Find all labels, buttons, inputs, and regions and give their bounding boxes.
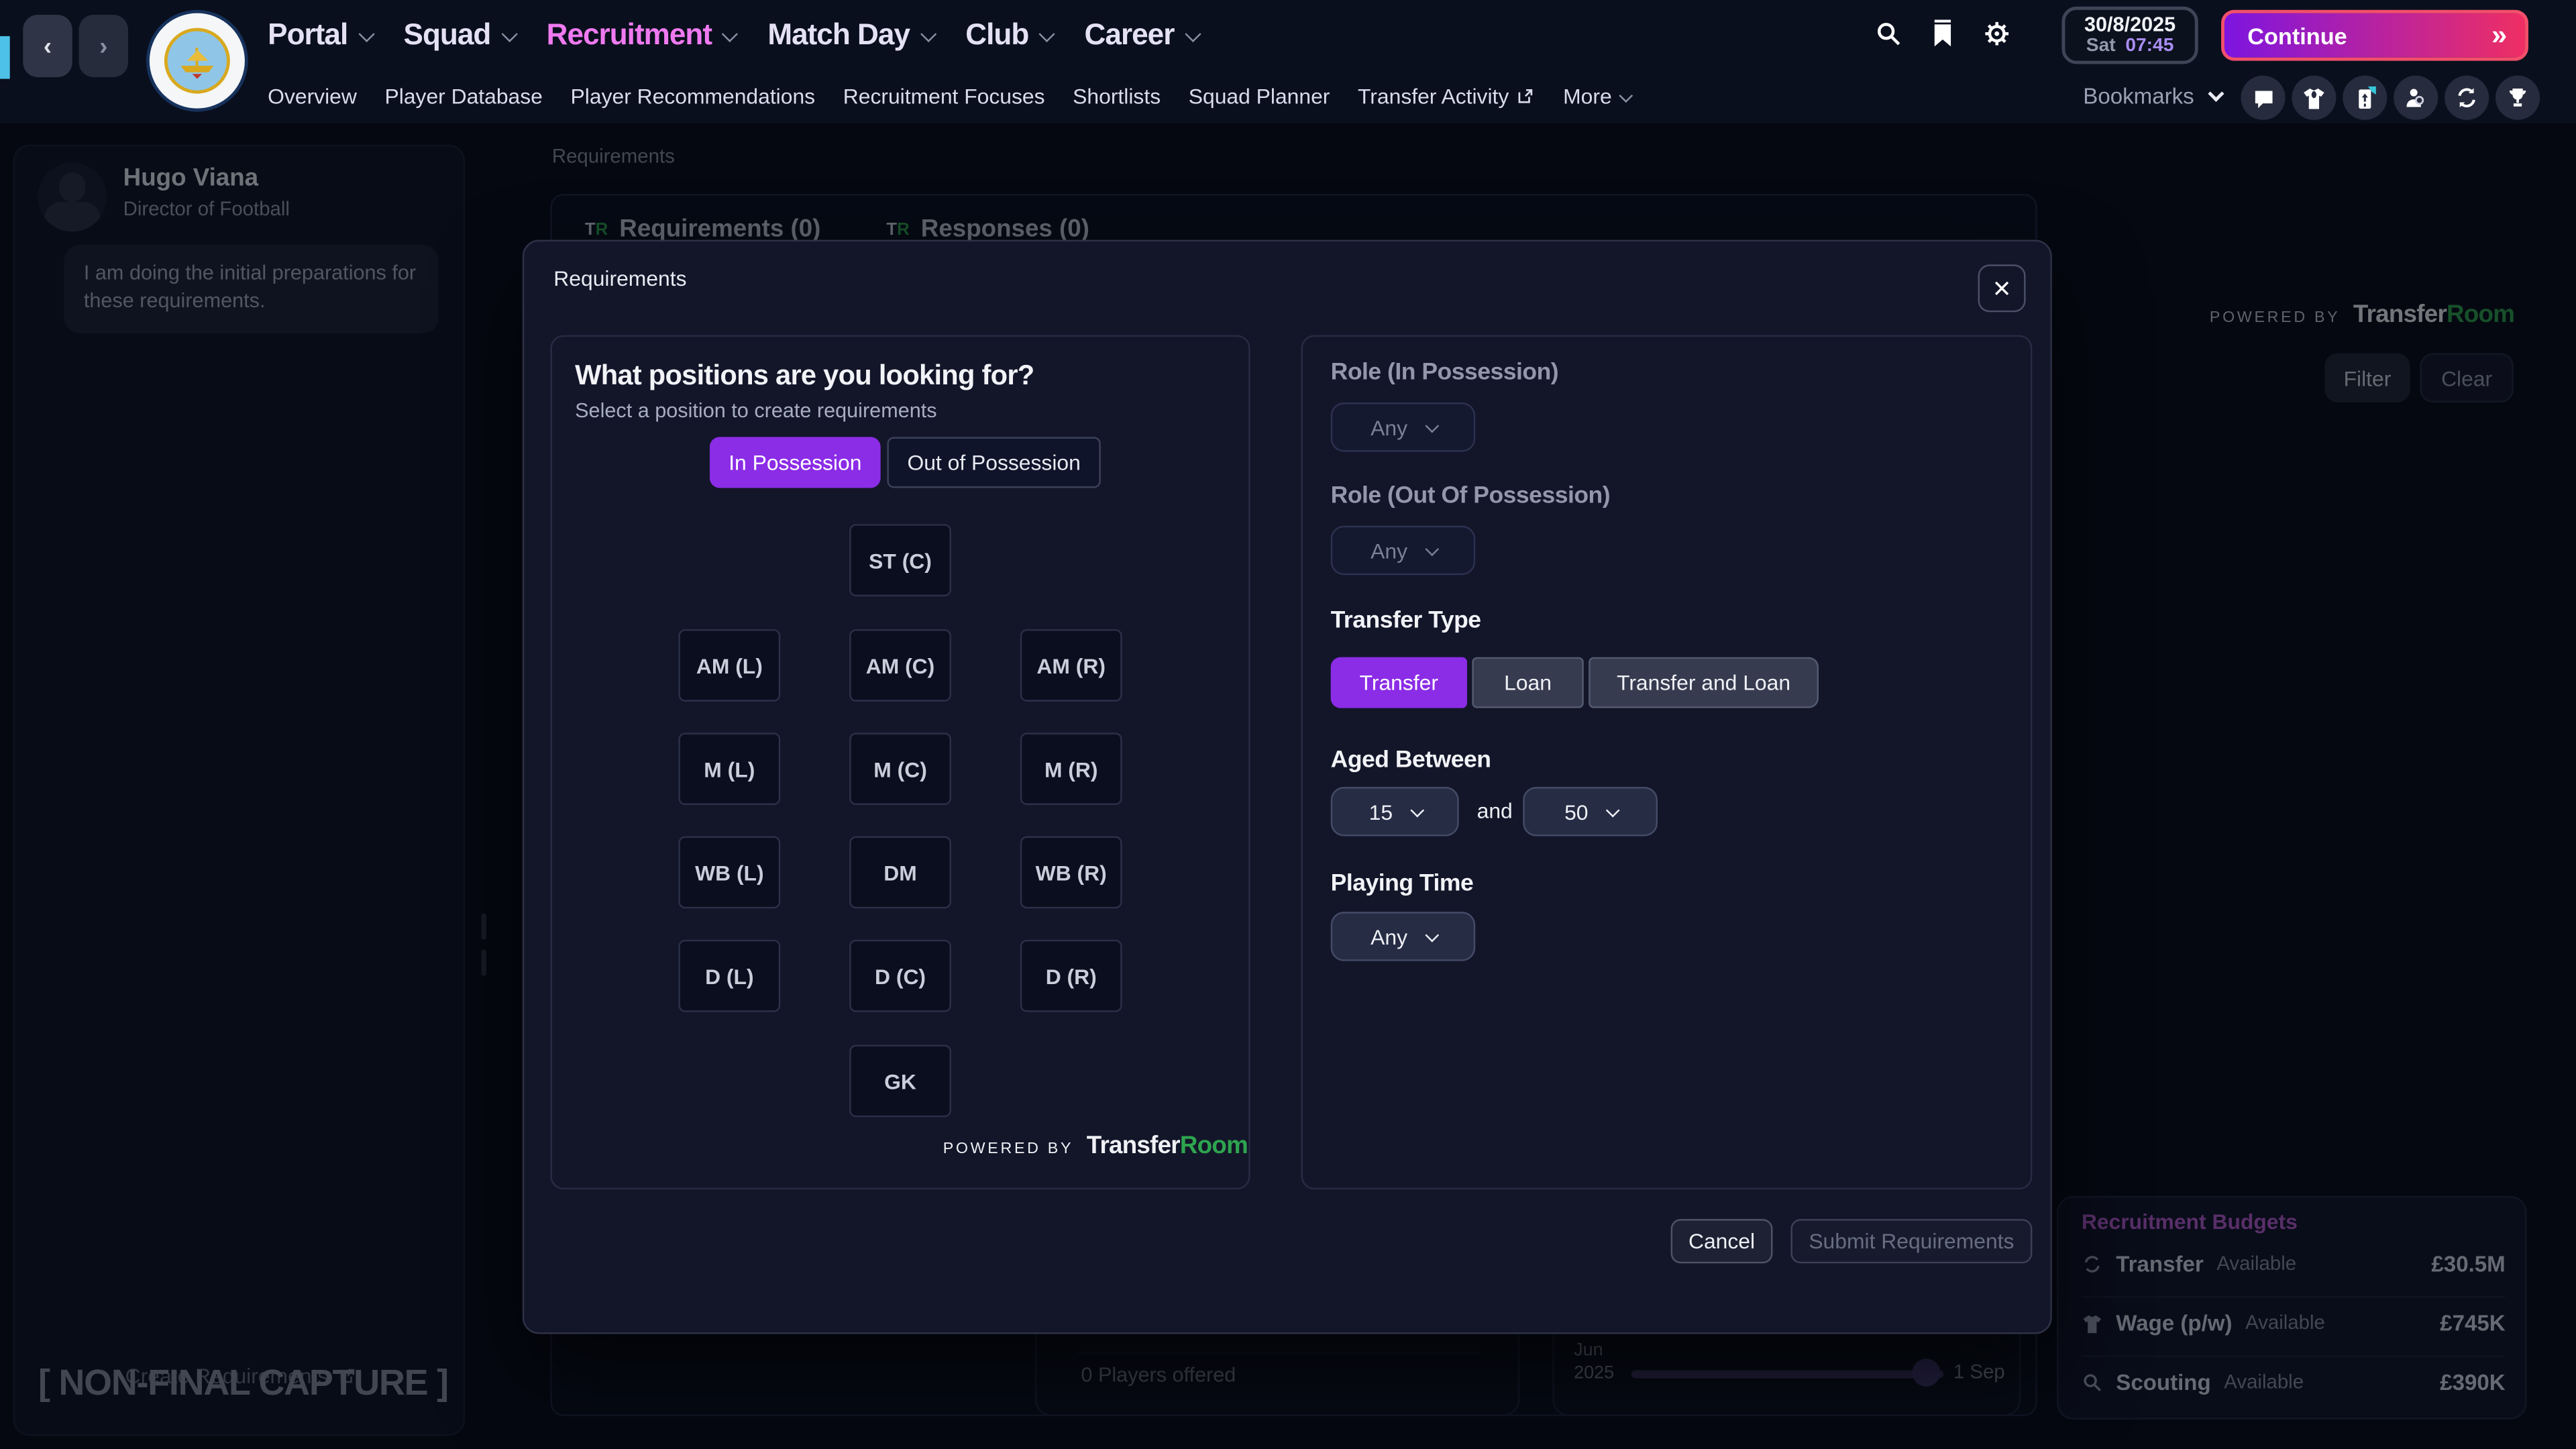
positions-subheading: Select a position to create requirements bbox=[575, 399, 936, 422]
sync-icon[interactable] bbox=[2445, 76, 2489, 120]
subnav-overview[interactable]: Overview bbox=[268, 84, 357, 109]
game-time: 07:45 bbox=[2125, 36, 2174, 56]
nav-career[interactable]: Career bbox=[1085, 17, 1197, 52]
role-out-of-possession-dropdown[interactable]: Any bbox=[1331, 526, 1476, 575]
report-card-icon[interactable] bbox=[2343, 76, 2387, 120]
main-nav: Portal Squad Recruitment Match Day Club … bbox=[268, 0, 1197, 69]
subnav-squad-planner[interactable]: Squad Planner bbox=[1189, 84, 1330, 109]
chevron-down-icon bbox=[1039, 25, 1055, 42]
submit-requirements-button[interactable]: Submit Requirements bbox=[1790, 1219, 2032, 1263]
playing-time-dropdown[interactable]: Any bbox=[1331, 912, 1476, 961]
forward-button[interactable]: › bbox=[79, 15, 128, 77]
transfer-type-transfer-and-loan[interactable]: Transfer and Loan bbox=[1589, 657, 1819, 708]
header-icons bbox=[1874, 19, 2010, 48]
external-link-icon bbox=[1517, 87, 1536, 105]
game-date-time: 30/8/2025 Sat 07:45 bbox=[2061, 7, 2198, 64]
position-d-c[interactable]: D (C) bbox=[849, 940, 951, 1012]
chevron-down-icon bbox=[722, 25, 738, 42]
nav-club[interactable]: Club bbox=[965, 17, 1051, 52]
aged-between-label: Aged Between bbox=[1331, 747, 1491, 773]
subnav-player-recommendations[interactable]: Player Recommendations bbox=[571, 84, 816, 109]
forward-icon: › bbox=[99, 32, 107, 60]
club-crest[interactable] bbox=[146, 10, 248, 112]
back-icon: ‹ bbox=[44, 32, 52, 60]
cancel-button[interactable]: Cancel bbox=[1671, 1219, 1773, 1263]
game-day: Sat bbox=[2086, 36, 2116, 56]
trophy-icon[interactable] bbox=[2496, 76, 2540, 120]
nav-match-day[interactable]: Match Day bbox=[767, 17, 932, 52]
chevron-down-icon bbox=[1410, 804, 1424, 818]
transfer-type-loan[interactable]: Loan bbox=[1472, 657, 1584, 708]
chevron-down-icon bbox=[2207, 86, 2223, 102]
position-am-r[interactable]: AM (R) bbox=[1020, 629, 1122, 702]
transfer-type-label: Transfer Type bbox=[1331, 608, 1481, 634]
position-am-l[interactable]: AM (L) bbox=[678, 629, 780, 702]
powered-by-transferroom: POWERED BY TransferRoom bbox=[943, 1132, 1248, 1161]
shirt-icon[interactable] bbox=[2292, 76, 2336, 120]
role-in-possession-dropdown[interactable]: Any bbox=[1331, 402, 1476, 451]
position-m-c[interactable]: M (C) bbox=[849, 733, 951, 805]
chevron-down-icon bbox=[1425, 542, 1439, 556]
position-d-l[interactable]: D (L) bbox=[678, 940, 780, 1012]
and-label: and bbox=[1477, 798, 1513, 823]
subnav-more[interactable]: More bbox=[1563, 84, 1629, 109]
search-icon[interactable] bbox=[1874, 19, 1902, 48]
role-in-possession-label: Role (In Possession) bbox=[1331, 360, 1558, 386]
subnav-transfer-activity[interactable]: Transfer Activity bbox=[1358, 84, 1535, 109]
chevron-down-icon bbox=[501, 25, 517, 42]
position-m-r[interactable]: M (R) bbox=[1020, 733, 1122, 805]
role-out-of-possession-label: Role (Out Of Possession) bbox=[1331, 483, 1610, 509]
settings-gear-icon[interactable] bbox=[1983, 19, 2011, 48]
bookmarks-dropdown[interactable]: Bookmarks bbox=[2083, 69, 2218, 123]
subnav-shortlists[interactable]: Shortlists bbox=[1073, 84, 1161, 109]
bookmark-icon[interactable] bbox=[1931, 19, 1955, 48]
subnav-recruitment-focuses[interactable]: Recruitment Focuses bbox=[843, 84, 1045, 109]
toggle-out-of-possession[interactable]: Out of Possession bbox=[887, 437, 1100, 488]
position-wb-r[interactable]: WB (R) bbox=[1020, 837, 1122, 909]
continue-button[interactable]: Continue » bbox=[2221, 10, 2528, 61]
double-chevron-icon: » bbox=[2491, 19, 2506, 52]
positions-heading: What positions are you looking for? bbox=[575, 360, 1034, 392]
nav-recruitment[interactable]: Recruitment bbox=[547, 17, 735, 52]
nav-portal[interactable]: Portal bbox=[268, 17, 370, 52]
transfer-type-transfer[interactable]: Transfer bbox=[1331, 657, 1467, 708]
chevron-down-icon bbox=[358, 25, 374, 42]
subnav-player-database[interactable]: Player Database bbox=[385, 84, 543, 109]
chevron-down-icon bbox=[1619, 88, 1633, 102]
chevron-down-icon bbox=[1425, 419, 1439, 433]
scout-search-icon[interactable] bbox=[2394, 76, 2438, 120]
positions-card: What positions are you looking for? Sele… bbox=[550, 335, 1250, 1189]
quick-action-icons bbox=[2241, 76, 2540, 120]
toggle-in-possession[interactable]: In Possession bbox=[710, 437, 881, 488]
age-min-dropdown[interactable]: 15 bbox=[1331, 787, 1459, 836]
playing-time-label: Playing Time bbox=[1331, 871, 1474, 897]
position-wb-l[interactable]: WB (L) bbox=[678, 837, 780, 909]
position-am-c[interactable]: AM (C) bbox=[849, 629, 951, 702]
chevron-down-icon bbox=[1605, 804, 1619, 818]
requirements-modal: Requirements What positions are you look… bbox=[523, 240, 2052, 1334]
top-navigation-bar: ‹ › Portal Squad Recruitment Match Day C… bbox=[0, 0, 2576, 123]
position-d-r[interactable]: D (R) bbox=[1020, 940, 1122, 1012]
chevron-down-icon bbox=[920, 25, 936, 42]
chevron-down-icon bbox=[1185, 25, 1201, 42]
edge-accent bbox=[0, 36, 10, 79]
ship-icon bbox=[176, 43, 219, 79]
age-max-dropdown[interactable]: 50 bbox=[1523, 787, 1658, 836]
chevron-down-icon bbox=[1425, 928, 1439, 943]
nav-squad[interactable]: Squad bbox=[404, 17, 514, 52]
modal-title: Requirements bbox=[553, 266, 686, 291]
position-m-l[interactable]: M (L) bbox=[678, 733, 780, 805]
club-crest-inner bbox=[164, 28, 230, 94]
position-gk[interactable]: GK bbox=[849, 1045, 951, 1118]
app-window: ‹ › Portal Squad Recruitment Match Day C… bbox=[0, 0, 2576, 1449]
close-icon bbox=[1993, 279, 2011, 297]
chat-icon[interactable] bbox=[2241, 76, 2285, 120]
game-date: 30/8/2025 bbox=[2084, 15, 2176, 36]
sub-nav: Overview Player Database Player Recommen… bbox=[268, 69, 1629, 123]
filters-card: Role (In Possession) Any Role (Out Of Po… bbox=[1301, 335, 2033, 1189]
position-st-c[interactable]: ST (C) bbox=[849, 524, 951, 596]
close-button[interactable] bbox=[1978, 264, 2026, 312]
position-dm[interactable]: DM bbox=[849, 837, 951, 909]
back-button[interactable]: ‹ bbox=[23, 15, 72, 77]
